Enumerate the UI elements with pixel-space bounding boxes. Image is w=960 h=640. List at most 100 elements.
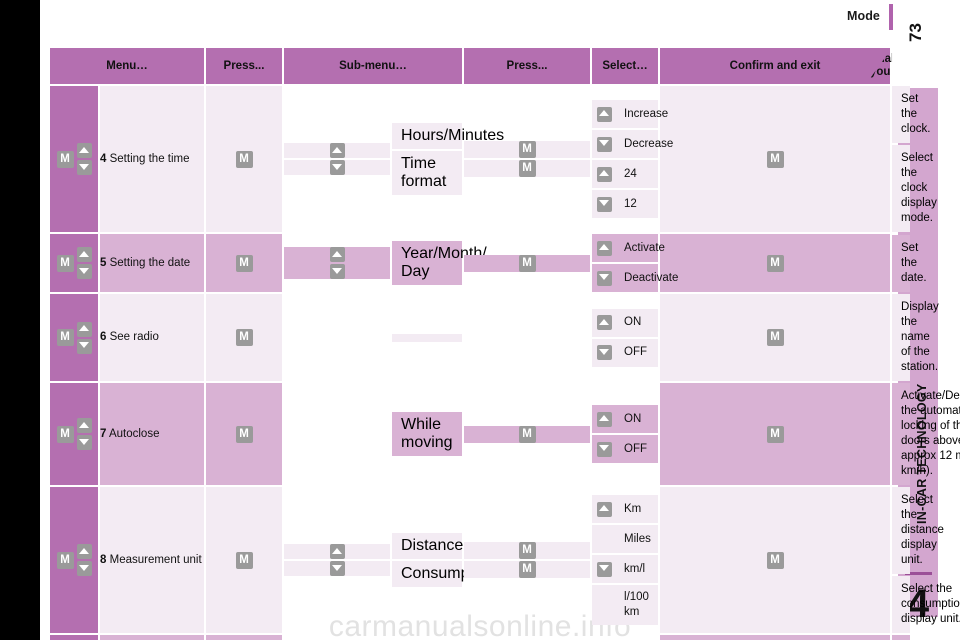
down-arrow-key-icon[interactable] bbox=[76, 435, 92, 450]
m-key-icon[interactable]: M bbox=[518, 160, 536, 177]
select-option-arrow[interactable] bbox=[592, 136, 616, 152]
press-1-cell-5[interactable]: M bbox=[206, 234, 282, 292]
m-key-icon[interactable]: M bbox=[518, 254, 536, 272]
m-key-icon[interactable]: M bbox=[518, 561, 536, 578]
confirm-cell-6[interactable]: M bbox=[660, 294, 891, 381]
select-option-arrow[interactable] bbox=[592, 411, 616, 427]
select-option[interactable]: Km bbox=[592, 495, 659, 523]
press-1-cell-7[interactable]: M bbox=[206, 383, 282, 485]
m-key-icon[interactable]: M bbox=[766, 551, 784, 569]
select-option-arrow[interactable] bbox=[592, 561, 616, 577]
confirm-cell-9[interactable]: M bbox=[660, 635, 891, 640]
press-2-cell[interactable]: M bbox=[464, 561, 591, 578]
m-key-icon[interactable]: M bbox=[235, 150, 253, 168]
submenu-arrow[interactable] bbox=[284, 561, 390, 576]
m-key-icon[interactable]: M bbox=[518, 542, 536, 559]
select-option[interactable]: km/l bbox=[592, 555, 659, 583]
menu-nav-cell-5[interactable]: M bbox=[50, 234, 98, 292]
down-arrow-key-icon[interactable] bbox=[596, 270, 612, 286]
confirm-cell-7[interactable]: M bbox=[660, 383, 891, 485]
down-arrow-key-icon[interactable] bbox=[76, 338, 92, 354]
press-2-cell[interactable]: M bbox=[464, 160, 591, 177]
select-option[interactable]: Deactivate bbox=[592, 264, 678, 292]
m-key-icon[interactable]: M bbox=[235, 329, 253, 346]
select-option[interactable]: OFF bbox=[592, 338, 659, 367]
down-arrow-key-icon[interactable] bbox=[76, 264, 92, 279]
m-key-icon[interactable]: M bbox=[766, 150, 784, 168]
submenu-arrow[interactable] bbox=[284, 160, 390, 175]
m-key-icon[interactable]: M bbox=[56, 150, 74, 168]
m-key-icon[interactable]: M bbox=[518, 141, 536, 158]
down-arrow-key-icon[interactable] bbox=[76, 160, 92, 175]
m-key-icon[interactable]: M bbox=[518, 425, 536, 443]
menu-nav-cell-8[interactable]: M bbox=[50, 487, 98, 633]
select-option-arrow[interactable] bbox=[592, 501, 616, 517]
select-option[interactable]: Increase bbox=[592, 100, 668, 128]
up-arrow-key-icon[interactable] bbox=[596, 240, 612, 256]
press-1-cell-9[interactable]: M bbox=[206, 635, 282, 640]
select-option-arrow[interactable] bbox=[592, 270, 616, 286]
m-key-icon[interactable]: M bbox=[235, 551, 253, 569]
select-option[interactable]: 12 bbox=[592, 190, 659, 218]
m-key-icon[interactable]: M bbox=[56, 425, 74, 443]
select-option-arrow[interactable] bbox=[592, 441, 616, 457]
down-arrow-key-icon[interactable] bbox=[596, 561, 612, 577]
select-option[interactable]: OFF bbox=[592, 435, 659, 463]
press-1-cell-4[interactable]: M bbox=[206, 86, 282, 232]
menu-nav-cell-6[interactable]: M bbox=[50, 294, 98, 381]
confirm-cell-8[interactable]: M bbox=[660, 487, 891, 633]
up-arrow-key-icon[interactable] bbox=[76, 143, 92, 158]
m-key-icon[interactable]: M bbox=[56, 551, 74, 569]
select-option[interactable]: Decrease bbox=[592, 130, 673, 158]
m-key-icon[interactable]: M bbox=[766, 425, 784, 443]
down-arrow-key-icon[interactable] bbox=[329, 561, 345, 576]
down-arrow-key-icon[interactable] bbox=[596, 345, 612, 360]
up-arrow-key-icon[interactable] bbox=[329, 247, 345, 262]
select-option-arrow[interactable] bbox=[592, 315, 616, 330]
confirm-cell-5[interactable]: M bbox=[660, 234, 891, 292]
up-arrow-key-icon[interactable] bbox=[329, 544, 345, 559]
up-arrow-key-icon[interactable] bbox=[596, 106, 612, 122]
up-arrow-key-icon[interactable] bbox=[596, 166, 612, 182]
m-key-icon[interactable]: M bbox=[766, 254, 784, 272]
menu-nav-cell-4[interactable]: M bbox=[50, 86, 98, 232]
select-option-arrow[interactable] bbox=[592, 196, 616, 212]
press-1-cell-6[interactable]: M bbox=[206, 294, 282, 381]
select-option-arrow[interactable] bbox=[592, 106, 616, 122]
up-arrow-key-icon[interactable] bbox=[596, 501, 612, 517]
select-option[interactable]: 24 bbox=[592, 160, 659, 188]
up-arrow-key-icon[interactable] bbox=[329, 143, 345, 158]
submenu-arrow[interactable] bbox=[284, 247, 390, 279]
down-arrow-key-icon[interactable] bbox=[596, 196, 612, 212]
press-2-cell[interactable]: M bbox=[464, 254, 591, 272]
press-1-cell-8[interactable]: M bbox=[206, 487, 282, 633]
m-key-icon[interactable]: M bbox=[56, 329, 74, 346]
up-arrow-key-icon[interactable] bbox=[76, 544, 92, 559]
down-arrow-key-icon[interactable] bbox=[329, 160, 345, 175]
down-arrow-key-icon[interactable] bbox=[596, 441, 612, 457]
select-option[interactable]: Miles bbox=[592, 525, 659, 553]
m-key-icon[interactable]: M bbox=[235, 425, 253, 443]
down-arrow-key-icon[interactable] bbox=[329, 264, 345, 279]
select-option[interactable]: ON bbox=[592, 405, 659, 433]
up-arrow-key-icon[interactable] bbox=[76, 321, 92, 337]
up-arrow-key-icon[interactable] bbox=[76, 247, 92, 262]
up-arrow-key-icon[interactable] bbox=[596, 315, 612, 330]
submenu-arrow[interactable] bbox=[284, 143, 390, 158]
menu-nav-cell-7[interactable]: M bbox=[50, 383, 98, 485]
confirm-cell-4[interactable]: M bbox=[660, 86, 891, 232]
select-option[interactable]: ON bbox=[592, 308, 659, 337]
select-option[interactable]: Activate bbox=[592, 234, 665, 262]
up-arrow-key-icon[interactable] bbox=[596, 411, 612, 427]
down-arrow-key-icon[interactable] bbox=[76, 561, 92, 576]
press-2-cell[interactable]: M bbox=[464, 141, 591, 158]
select-option[interactable]: l/100 km bbox=[592, 585, 659, 625]
down-arrow-key-icon[interactable] bbox=[596, 136, 612, 152]
select-option-arrow[interactable] bbox=[592, 240, 616, 256]
m-key-icon[interactable]: M bbox=[766, 329, 784, 346]
press-2-cell[interactable]: M bbox=[464, 542, 591, 559]
m-key-icon[interactable]: M bbox=[235, 254, 253, 272]
up-arrow-key-icon[interactable] bbox=[76, 418, 92, 433]
m-key-icon[interactable]: M bbox=[56, 254, 74, 272]
select-option-arrow[interactable] bbox=[592, 345, 616, 360]
